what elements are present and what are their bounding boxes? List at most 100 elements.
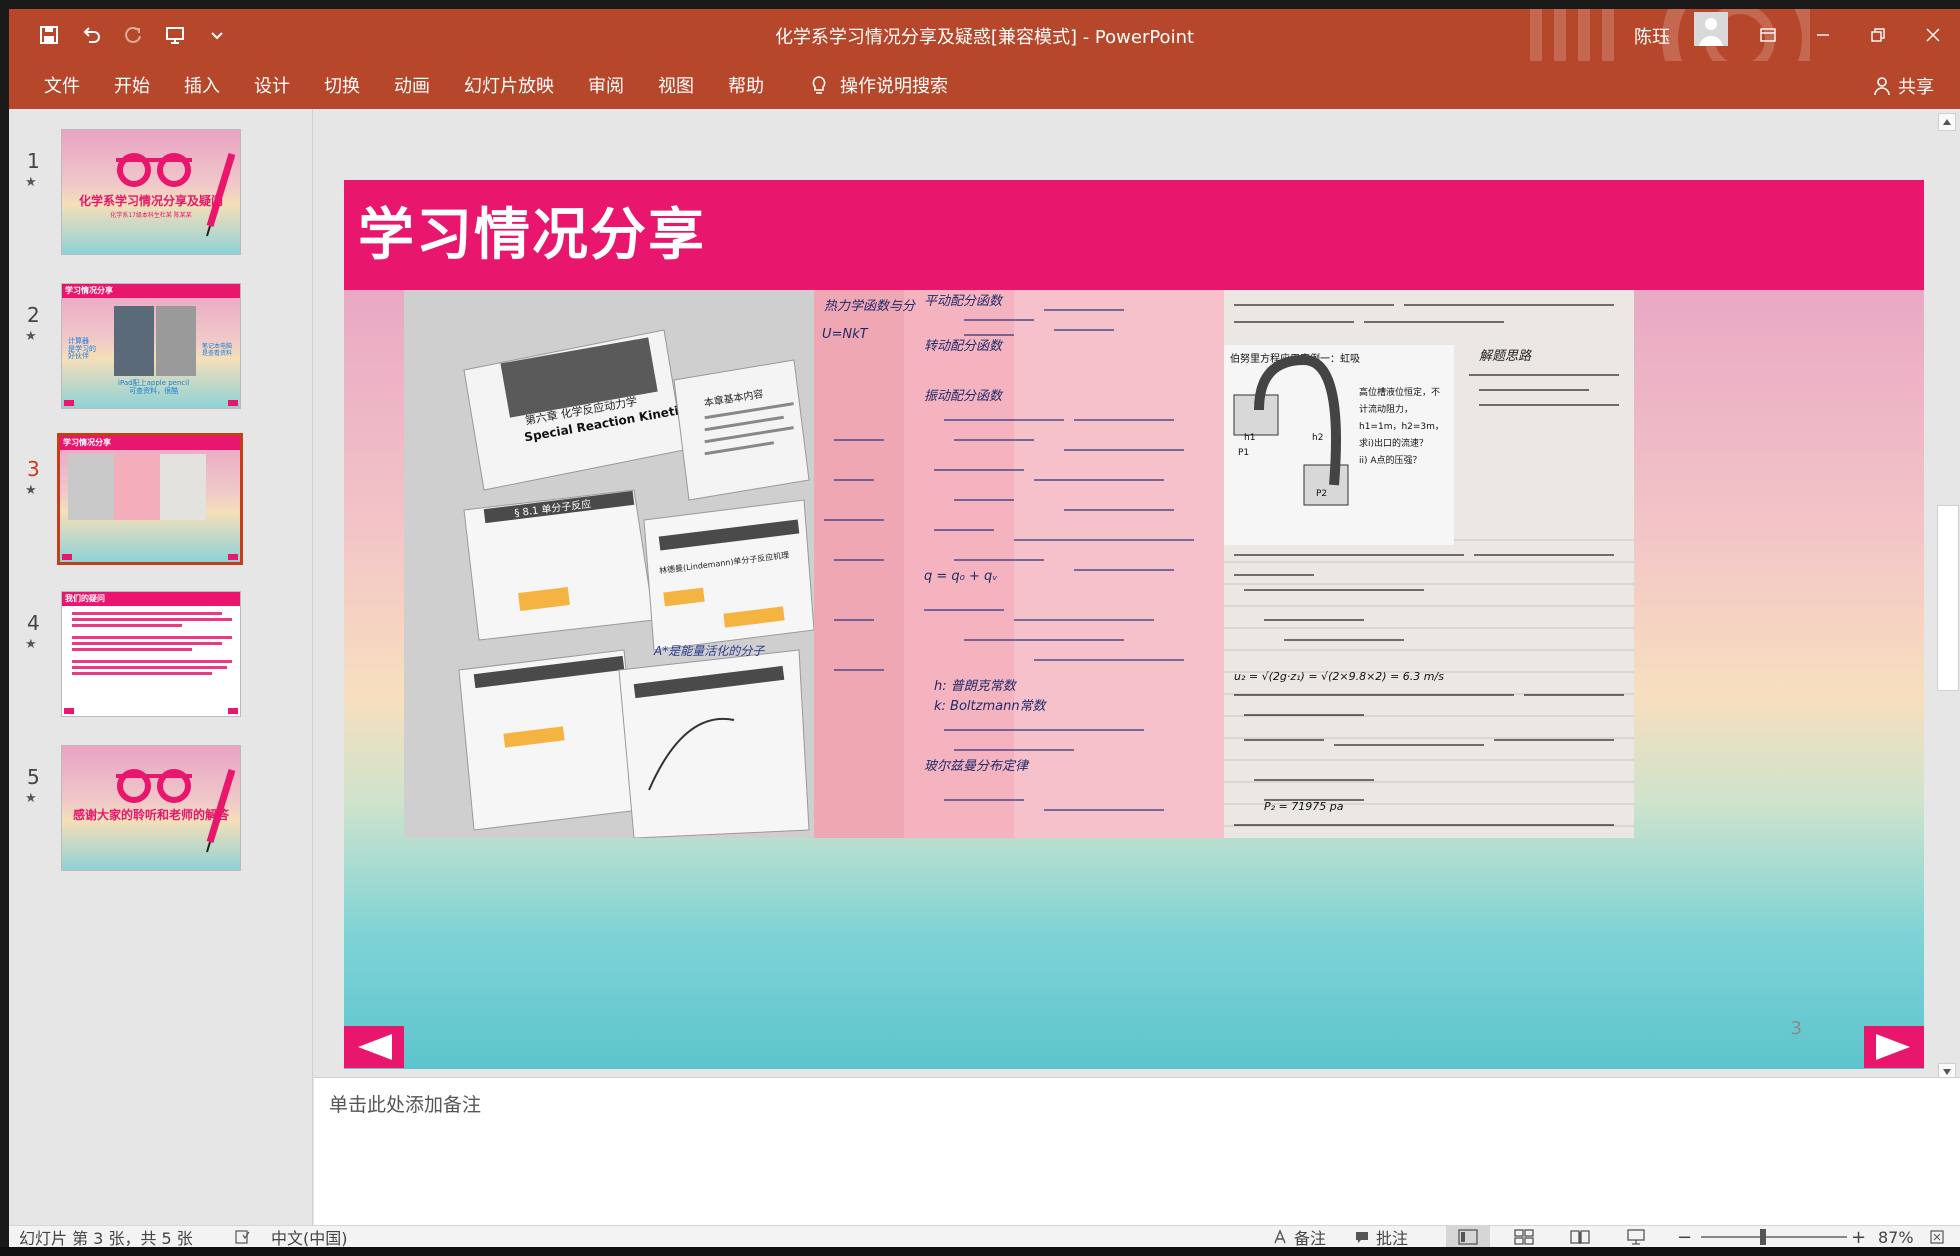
undo-button[interactable]	[73, 17, 109, 53]
start-slideshow-button[interactable]	[157, 17, 193, 53]
thumbnail-header: 学习情况分享	[60, 436, 240, 450]
tab-slideshow[interactable]: 幻灯片放映	[447, 61, 571, 109]
photo2-line-3: 转动配分函数	[924, 339, 1004, 354]
slide-sorter-view-button[interactable]	[1502, 1226, 1546, 1247]
person-icon	[1874, 77, 1890, 96]
tab-view[interactable]: 视图	[641, 61, 711, 109]
slideshow-view-button[interactable]	[1614, 1226, 1658, 1247]
restore-icon	[1870, 28, 1885, 42]
thumbnail-image: 我们的疑问	[61, 591, 241, 717]
thumbnail-slide-3[interactable]: 3 ★ 学习情况分享	[9, 433, 309, 567]
current-slide[interactable]: 学习情况分享 第六章 化学反应动力学 Special Reaction Kine…	[344, 180, 1924, 1069]
thumbnail-number: 4	[27, 611, 40, 635]
notes-toggle-label: 备注	[1294, 1229, 1327, 1247]
thumbnail-number: 3	[27, 457, 40, 481]
ribbon-tabs: 文件 开始 插入 设计 切换 动画 幻灯片放映 审阅 视图 帮助 操作说明搜索 …	[9, 61, 1960, 109]
save-button[interactable]	[31, 17, 67, 53]
notes-placeholder[interactable]: 单击此处添加备注	[329, 1090, 481, 1117]
tell-me-search[interactable]: 操作说明搜索	[791, 61, 965, 109]
user-name[interactable]: 陈珏	[1634, 23, 1670, 49]
zoom-slider-knob[interactable]	[1760, 1229, 1766, 1245]
photo3-result: P₂ = 71975 pa	[1264, 800, 1344, 813]
tab-help[interactable]: 帮助	[711, 61, 781, 109]
handwritten-notes-photo[interactable]: 热力学函数与分 平动配分函数 U=NkT 转动配分函数 振动配分函数 q = q…	[814, 290, 1224, 838]
share-button[interactable]: 共享	[1872, 73, 1934, 99]
photo3-calc: u₂ = √(2g·z₁) = √(2×9.8×2) = 6.3 m/s	[1234, 670, 1444, 683]
zoom-slider[interactable]	[1701, 1236, 1847, 1238]
photo3-line-3: 求i)出口的流速？	[1359, 437, 1428, 449]
thumbnail-slide-5[interactable]: 5 ★ 感谢大家的聆听和老师的解答	[9, 745, 309, 875]
notebook-drawing: 伯努里方程应用实例一：虹吸 h1 h2 P1 P2 高位槽液位恒定，不 计流动阻…	[1224, 290, 1634, 838]
animation-star-icon: ★	[25, 637, 37, 652]
thumbnail-number: 2	[27, 303, 40, 327]
notes-pane[interactable]: 单击此处添加备注	[314, 1077, 1960, 1225]
powerpoint-window: 化学系学习情况分享及疑惑[兼容模式] - PowerPoint 陈珏 文件 开始…	[9, 9, 1960, 1247]
lightbulb-icon	[812, 76, 826, 94]
language-indicator[interactable]: 中文(中国)	[271, 1227, 348, 1247]
photo2-line-7: k: Boltzmann常数	[934, 699, 1048, 714]
tab-review[interactable]: 审阅	[571, 61, 641, 109]
zoom-level[interactable]: 87%	[1878, 1227, 1914, 1247]
photo2-line-2: U=NkT	[822, 327, 869, 342]
book-icon	[1570, 1230, 1590, 1244]
slide-counter: 幻灯片 第 3 张，共 5 张	[19, 1229, 193, 1247]
avatar[interactable]	[1694, 12, 1728, 46]
photo3-side-note: 解题思路	[1479, 349, 1532, 364]
tab-animations[interactable]: 动画	[377, 61, 447, 109]
close-button[interactable]	[1905, 9, 1960, 61]
normal-view-button[interactable]	[1446, 1226, 1490, 1247]
reading-view-button[interactable]	[1558, 1226, 1602, 1247]
comment-icon	[1356, 1232, 1368, 1243]
zoom-out-button[interactable]: −	[1677, 1227, 1692, 1248]
handwritten-notes-drawing: 热力学函数与分 平动配分函数 U=NkT 转动配分函数 振动配分函数 q = q…	[814, 290, 1224, 838]
slide-title[interactable]: 学习情况分享	[358, 190, 706, 271]
thumbnail-slide-2[interactable]: 2 ★ 学习情况分享 计算器 是学习的 好伙伴 笔记本电脑 是查看资料 iPad…	[9, 283, 309, 413]
thumbnail-slide-4[interactable]: 4 ★ 我们的疑问	[9, 591, 309, 721]
lecture-notes-drawing: 第六章 化学反应动力学 Special Reaction Kinetics 本章…	[404, 290, 814, 838]
fit-window-icon	[1930, 1230, 1944, 1244]
photo3-label-h1: h1	[1244, 433, 1255, 443]
thumbnail-image: 感谢大家的聆听和老师的解答	[61, 745, 241, 871]
thumbnail-header: 学习情况分享	[62, 284, 240, 298]
slide-photo-group[interactable]: 第六章 化学反应动力学 Special Reaction Kinetics 本章…	[404, 290, 1638, 838]
redo-button[interactable]	[115, 17, 151, 53]
customize-qat-button[interactable]	[199, 17, 235, 53]
photo2-line-0: 热力学函数与分	[824, 298, 916, 314]
slide-title-bar: 学习情况分享	[344, 180, 1924, 290]
animation-star-icon: ★	[25, 175, 37, 190]
tab-file[interactable]: 文件	[27, 61, 97, 109]
photo2-line-5: q = q₀ + qᵥ	[924, 569, 998, 584]
zoom-in-button[interactable]: +	[1851, 1227, 1866, 1248]
fit-to-window-button[interactable]	[1929, 1227, 1945, 1247]
tab-insert[interactable]: 插入	[167, 61, 237, 109]
previous-slide-button[interactable]	[344, 1026, 404, 1068]
minimize-button[interactable]	[1795, 9, 1850, 61]
tab-transitions[interactable]: 切换	[307, 61, 377, 109]
thumbnail-number: 1	[27, 149, 40, 173]
thumbnail-slide-1[interactable]: 1 ★ 化学系学习情况分享及疑问 化学系17级本科生杜某 陈某某	[9, 129, 309, 259]
notebook-photo[interactable]: 伯努里方程应用实例一：虹吸 h1 h2 P1 P2 高位槽液位恒定，不 计流动阻…	[1224, 290, 1634, 838]
tab-home[interactable]: 开始	[97, 61, 167, 109]
scroll-thumb[interactable]	[1937, 505, 1959, 691]
scroll-up-button[interactable]	[1938, 113, 1956, 131]
comments-toggle-label: 批注	[1376, 1229, 1409, 1247]
comments-toggle-button[interactable]: 批注	[1354, 1227, 1408, 1247]
thumbnail-text-left: 计算器 是学习的 好伙伴	[68, 337, 96, 361]
projector-icon	[1627, 1229, 1645, 1245]
ribbon-display-options-button[interactable]	[1740, 9, 1795, 61]
taskbar-strip	[0, 1247, 1960, 1256]
restore-button[interactable]	[1850, 9, 1905, 61]
photo3-label-p1: P1	[1238, 448, 1249, 458]
tab-design[interactable]: 设计	[237, 61, 307, 109]
animation-star-icon: ★	[25, 483, 37, 498]
slide-editing-area: 学习情况分享 第六章 化学反应动力学 Special Reaction Kine…	[314, 109, 1934, 1077]
arrow-right-icon	[1876, 1034, 1910, 1060]
vertical-scrollbar[interactable]	[1934, 109, 1960, 1125]
spelling-check-icon[interactable]	[234, 1227, 250, 1247]
slide-page-number: 3	[1790, 1018, 1802, 1039]
lecture-notes-photo[interactable]: 第六章 化学反应动力学 Special Reaction Kinetics 本章…	[404, 290, 814, 838]
notes-toggle-button[interactable]: 备注	[1272, 1227, 1326, 1247]
pen-icon	[206, 152, 236, 237]
redo-icon	[125, 27, 141, 43]
next-slide-button[interactable]	[1864, 1026, 1924, 1068]
